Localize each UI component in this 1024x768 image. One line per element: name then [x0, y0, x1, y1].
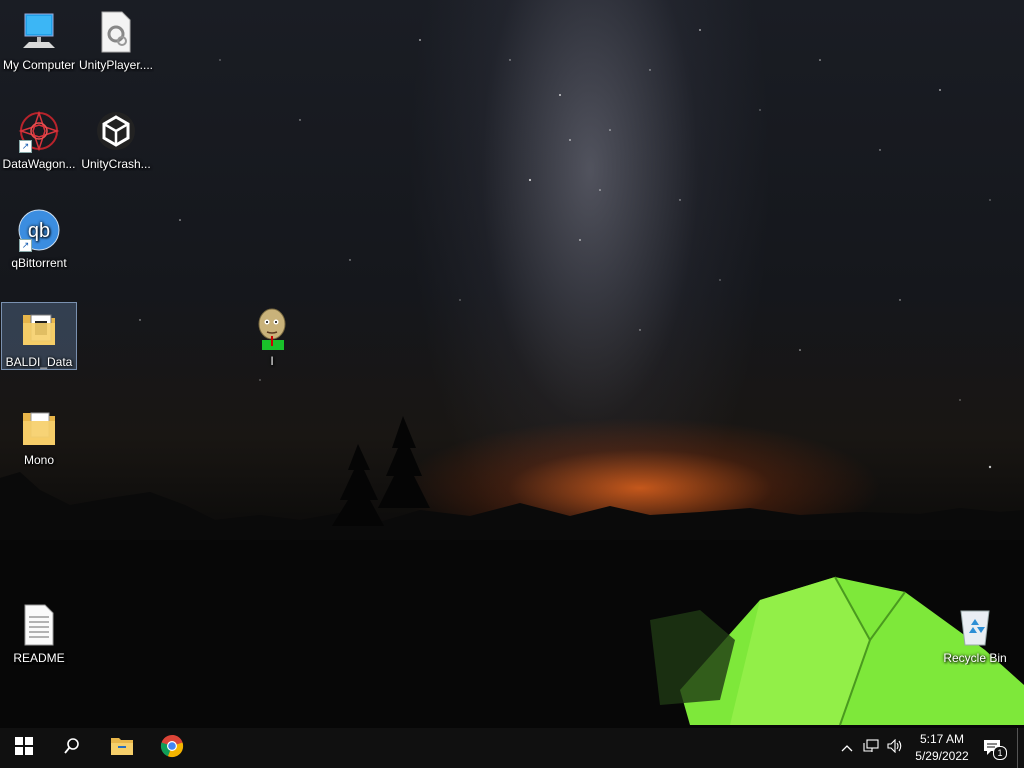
shortcut-arrow-icon: ↗ — [19, 239, 32, 252]
icon-label: BALDI_Data — [5, 355, 73, 369]
icon-label: My Computer — [2, 58, 76, 72]
file-explorer-icon — [110, 736, 134, 761]
volume-icon — [887, 738, 903, 758]
desktop-icon-unityplayer[interactable]: UnityPlayer.... — [78, 6, 154, 74]
baldi-icon — [250, 306, 294, 350]
folder-icon — [17, 307, 61, 351]
text-document-icon — [17, 603, 61, 647]
desktop-icon-unitycrash[interactable]: UnityCrash... — [78, 105, 154, 173]
icon-label: README — [13, 651, 65, 665]
network-icon — [863, 738, 879, 758]
action-center-button[interactable]: 1 — [978, 728, 1008, 768]
search-icon — [63, 737, 81, 760]
tray-volume-button[interactable] — [884, 728, 906, 768]
tray-network-button[interactable] — [860, 728, 882, 768]
taskbar-file-explorer[interactable] — [98, 728, 146, 768]
unity-icon — [94, 109, 138, 153]
notification-icon: 1 — [983, 739, 1007, 760]
desktop-icon-datawagon[interactable]: ↗ DataWagon... — [1, 105, 77, 173]
dll-file-icon — [94, 10, 138, 54]
show-desktop-button[interactable] — [1017, 728, 1018, 768]
taskbar: 5:17 AM 5/29/2022 1 — [0, 728, 1024, 768]
start-button[interactable] — [0, 728, 48, 768]
icon-label: Recycle Bin — [943, 651, 1007, 665]
shortcut-arrow-icon: ↗ — [19, 140, 32, 153]
chrome-icon — [160, 734, 184, 763]
desktop-icon-readme[interactable]: README — [1, 599, 77, 667]
desktop-icon-mono[interactable]: Mono — [1, 401, 77, 469]
icon-label: DataWagon... — [2, 157, 76, 171]
datawagon-icon: ↗ — [17, 109, 61, 153]
icon-label: UnityPlayer.... — [78, 58, 154, 72]
recycle-bin-icon — [953, 603, 997, 647]
computer-icon — [17, 10, 61, 54]
taskbar-chrome[interactable] — [148, 728, 196, 768]
taskbar-clock[interactable]: 5:17 AM 5/29/2022 — [910, 731, 974, 765]
folder-icon — [17, 405, 61, 449]
clock-time: 5:17 AM — [919, 732, 965, 746]
qbittorrent-icon: qb ↗ — [17, 208, 61, 252]
notification-count-badge: 1 — [993, 746, 1007, 760]
desktop-icon-baldi-app[interactable]: I — [234, 302, 310, 370]
desktop-icon-qbittorrent[interactable]: qb ↗ qBittorrent — [1, 204, 77, 272]
desktop-icon-my-computer[interactable]: My Computer — [1, 6, 77, 74]
icon-label: UnityCrash... — [81, 157, 151, 171]
desktop-icon-recycle-bin[interactable]: Recycle Bin — [937, 599, 1013, 667]
icon-label: qBittorrent — [11, 256, 67, 270]
windows-start-icon — [15, 736, 33, 760]
icon-label: Mono — [23, 453, 55, 467]
tray-show-hidden-button[interactable] — [838, 728, 856, 768]
chevron-up-icon — [841, 739, 853, 757]
desktop-icon-baldi-data[interactable]: BALDI_Data — [1, 302, 77, 370]
icon-label: I — [270, 354, 274, 368]
clock-date: 5/29/2022 — [915, 749, 969, 763]
search-button[interactable] — [48, 728, 96, 768]
